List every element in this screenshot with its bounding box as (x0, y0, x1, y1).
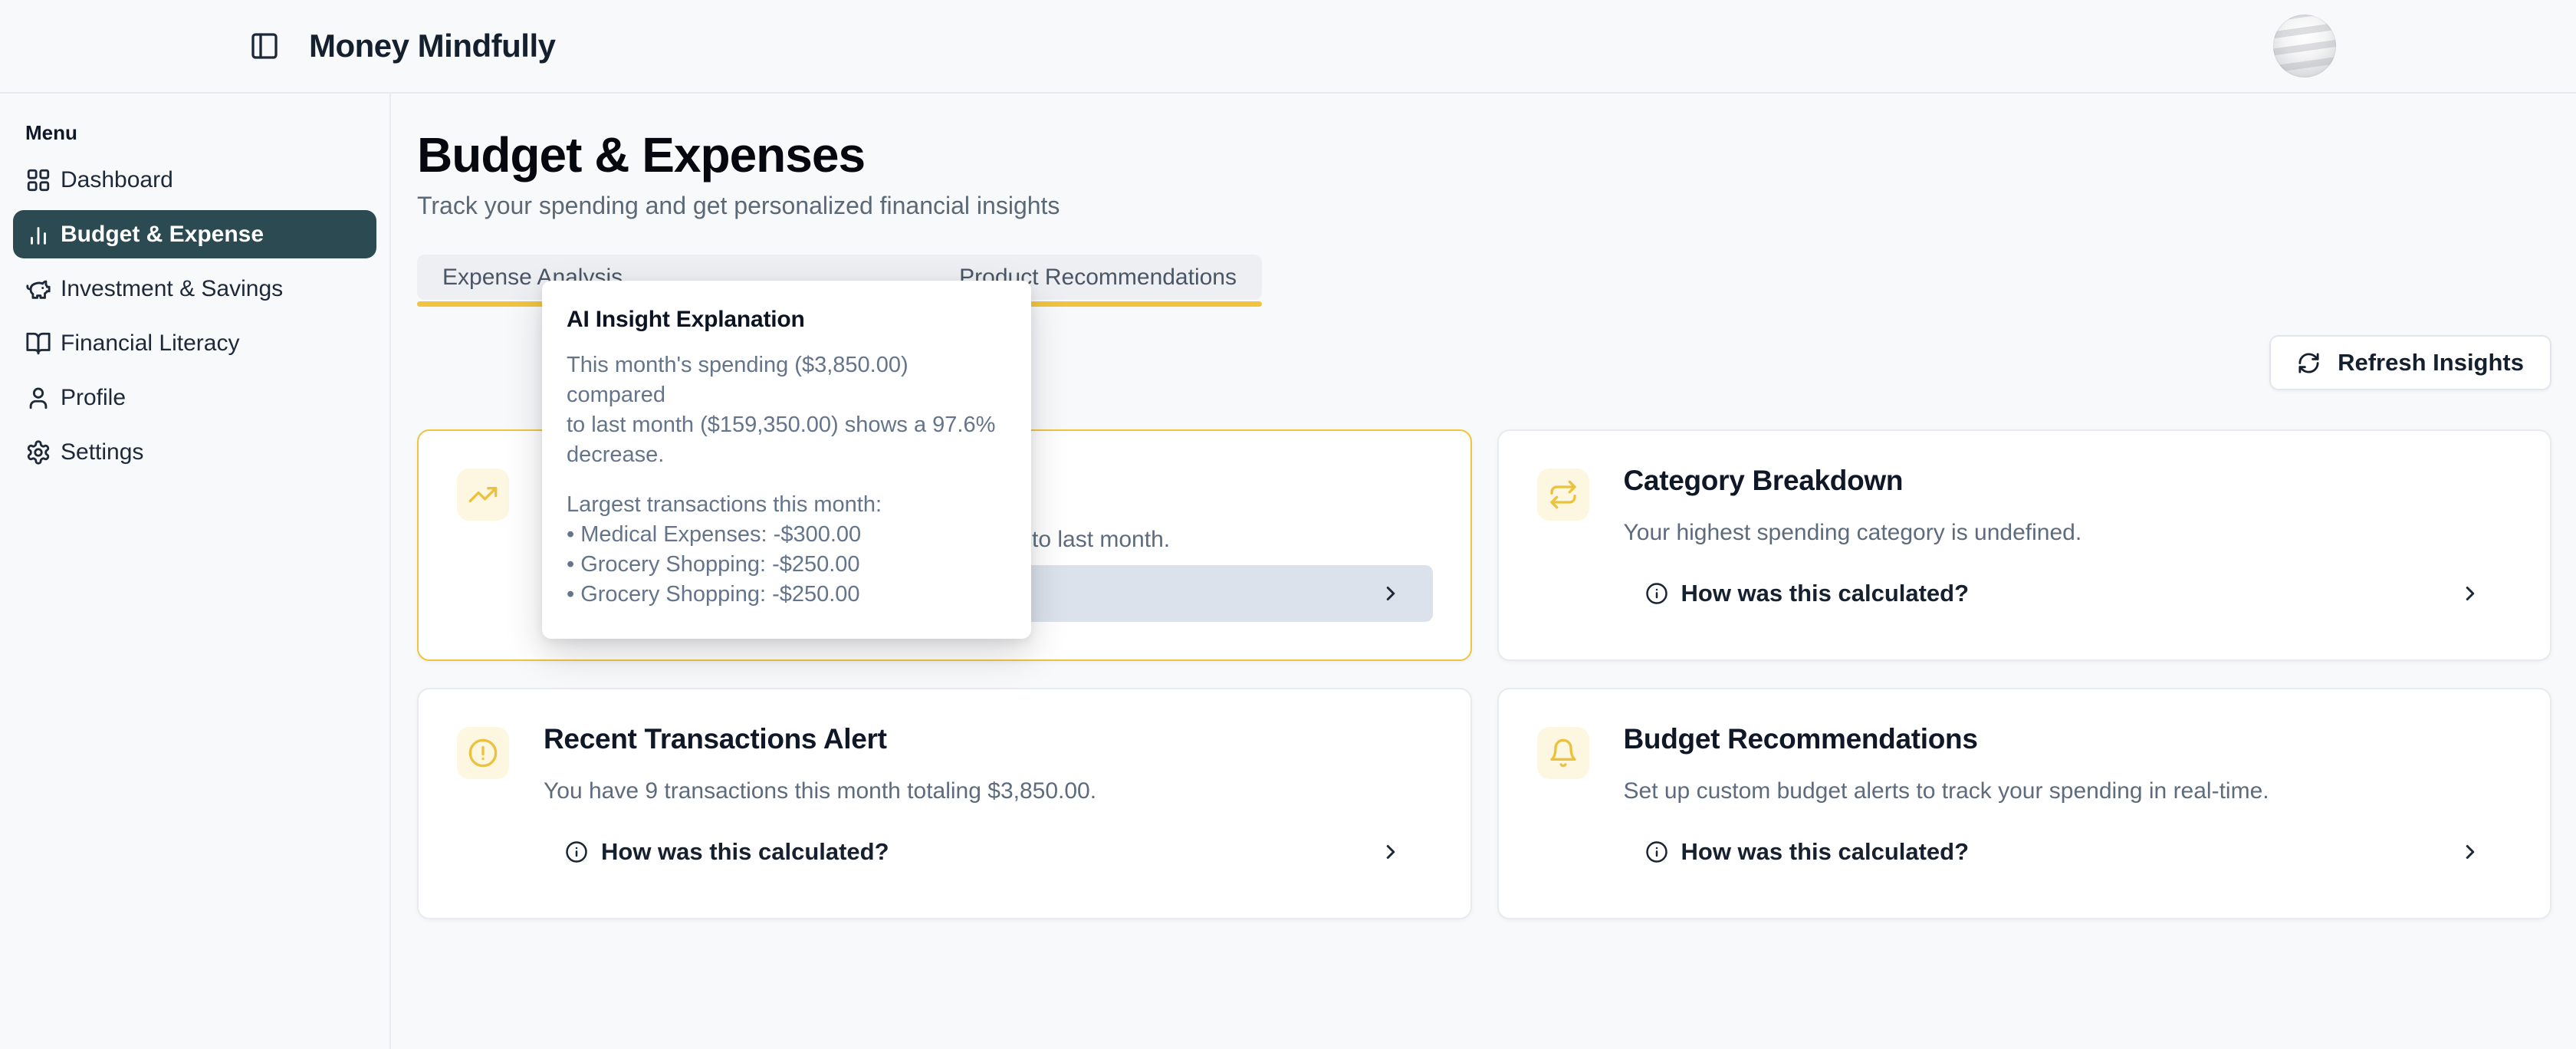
sidebar-item-label: Settings (61, 439, 143, 465)
card-body-fragment: to last month. (1032, 524, 1170, 555)
refresh-insights-label: Refresh Insights (2338, 349, 2524, 377)
page-subtitle: Track your spending and get personalized… (417, 190, 2551, 221)
tooltip-paragraph-transactions: Largest transactions this month: • Medic… (567, 490, 1007, 610)
card-body: Set up custom budget alerts to track you… (1624, 776, 2505, 807)
page-title: Budget & Expenses (417, 127, 2551, 183)
book-open-icon (25, 330, 51, 357)
sidebar-item-label: Budget & Expense (61, 222, 264, 248)
card-title: Recent Transactions Alert (544, 723, 887, 755)
refresh-icon (2297, 351, 2321, 375)
how-calculated-button[interactable]: How was this calculated? (1624, 824, 2513, 880)
sidebar: Menu Dashboard Budget & Expense (0, 94, 391, 1049)
sidebar-item-label: Dashboard (61, 167, 173, 193)
info-icon (565, 840, 588, 863)
card-body: You have 9 transactions this month total… (544, 776, 1424, 807)
info-icon (1645, 582, 1668, 605)
sidebar-item-dashboard[interactable]: Dashboard (13, 156, 376, 204)
card-budget-recommendations: Budget Recommendations Set up custom bud… (1497, 688, 2552, 919)
card-icon-box (457, 469, 509, 521)
app-title: Money Mindfully (309, 28, 556, 64)
alert-circle-icon (468, 738, 498, 768)
sidebar-item-budget-expense[interactable]: Budget & Expense (13, 210, 376, 258)
chevron-right-icon (1379, 582, 1402, 605)
dashboard-icon (25, 167, 51, 193)
piggy-bank-icon (25, 276, 51, 302)
user-avatar[interactable] (2273, 15, 2336, 77)
info-icon (1645, 840, 1668, 863)
sidebar-nav: Dashboard Budget & Expense Investment & … (13, 156, 376, 476)
card-title: Budget Recommendations (1624, 723, 1978, 755)
how-calculated-label: How was this calculated? (1681, 838, 1970, 866)
card-title: Category Breakdown (1624, 465, 1904, 497)
sidebar-item-settings[interactable]: Settings (13, 428, 376, 476)
ai-insight-tooltip: AI Insight Explanation This month's spen… (542, 281, 1031, 639)
sidebar-item-profile[interactable]: Profile (13, 373, 376, 422)
sidebar-item-label: Financial Literacy (61, 330, 239, 357)
card-icon-box (1537, 469, 1589, 521)
card-recent-transactions-alert: Recent Transactions Alert You have 9 tra… (417, 688, 1472, 919)
sidebar-section-label: Menu (25, 121, 376, 145)
how-calculated-label: How was this calculated? (601, 838, 889, 866)
how-calculated-button[interactable]: How was this calculated? (544, 824, 1433, 880)
how-calculated-button[interactable]: How was this calculated? (1624, 565, 2513, 622)
card-category-breakdown: Category Breakdown Your highest spending… (1497, 429, 2552, 661)
app-root: Money Mindfully Menu Dashboard Budget & … (0, 0, 2576, 1049)
card-body: Your highest spending category is undefi… (1624, 518, 2505, 548)
refresh-insights-button[interactable]: Refresh Insights (2269, 335, 2551, 390)
bell-icon (1548, 738, 1579, 768)
user-icon (25, 385, 51, 411)
app-shell: Menu Dashboard Budget & Expense (0, 94, 2576, 1049)
bar-chart-icon (25, 222, 51, 248)
tooltip-title: AI Insight Explanation (567, 307, 1007, 333)
sidebar-item-investment-savings[interactable]: Investment & Savings (13, 265, 376, 313)
gear-icon (25, 439, 51, 465)
sidebar-item-label: Investment & Savings (61, 276, 283, 302)
how-calculated-label: How was this calculated? (1681, 580, 1970, 607)
card-icon-box (457, 727, 509, 779)
card-icon-box (1537, 727, 1589, 779)
sidebar-item-label: Profile (61, 385, 126, 411)
app-header: Money Mindfully (0, 0, 2576, 94)
chevron-right-icon (2459, 840, 2482, 863)
tooltip-paragraph-spending: This month's spending ($3,850.00) compar… (567, 350, 1007, 470)
chevron-right-icon (1379, 840, 1402, 863)
sidebar-toggle-icon[interactable] (249, 31, 280, 61)
trending-up-icon (468, 479, 498, 510)
sidebar-item-financial-literacy[interactable]: Financial Literacy (13, 319, 376, 367)
repeat-icon (1548, 479, 1579, 510)
chevron-right-icon (2459, 582, 2482, 605)
